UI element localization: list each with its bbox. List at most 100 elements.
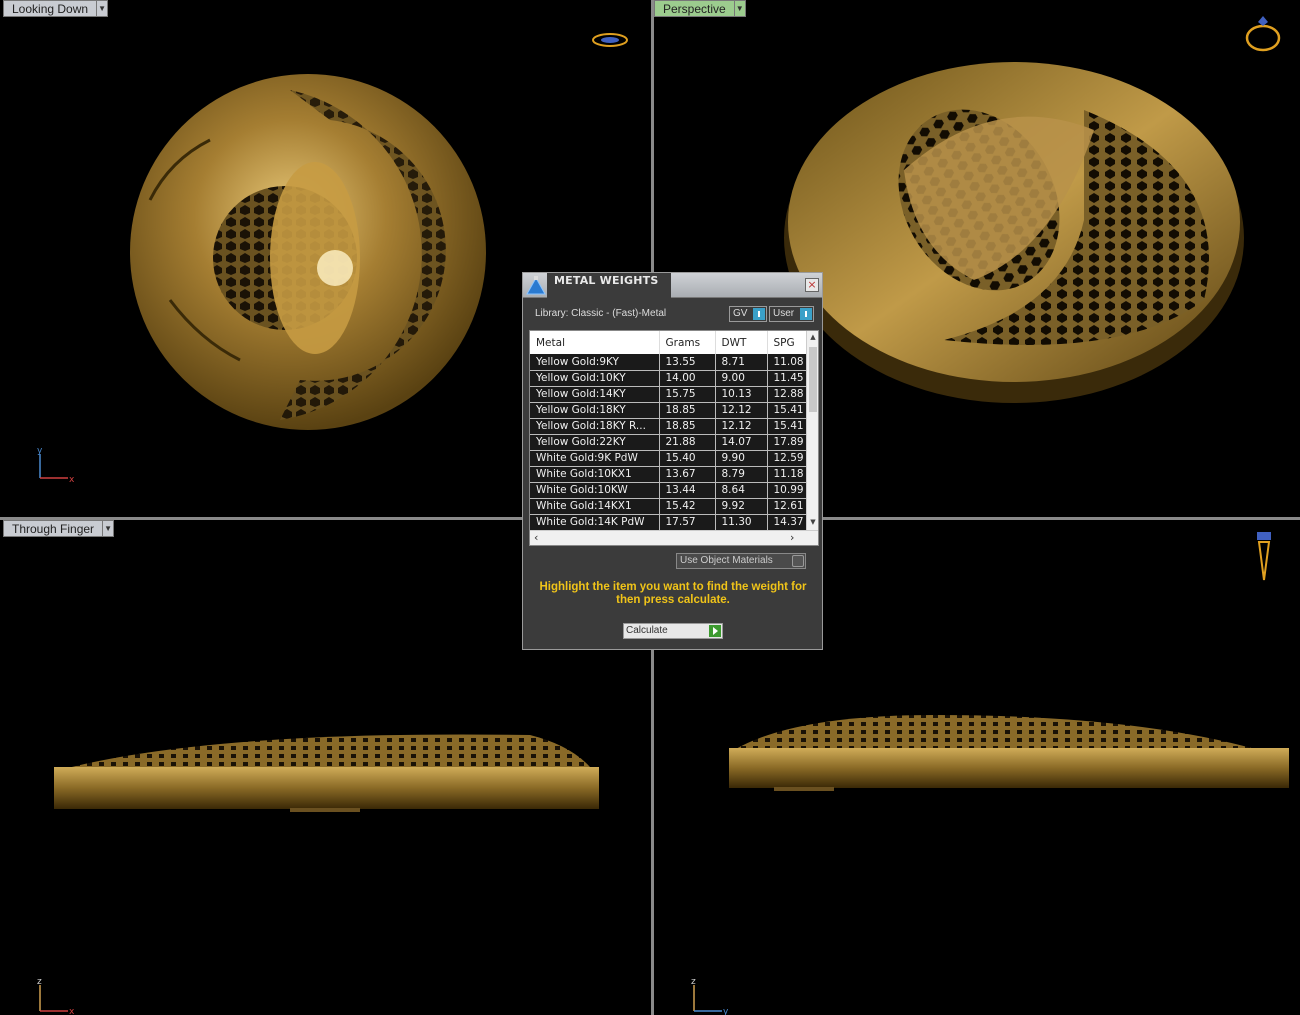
spg-cell: 12.59 [767,450,808,467]
view-dropdown-perspective[interactable]: Perspective ▼ [654,0,746,17]
scroll-right-icon[interactable]: › [790,531,794,545]
info-icon [753,308,765,320]
metal-cell: Yellow Gold:18KY [530,402,660,419]
spg-cell: 11.45 [767,370,808,387]
table-row[interactable]: White Gold:14K PdW 17.57 11.30 14.37 [530,514,808,531]
table-row[interactable]: White Gold:9K PdW 15.40 9.90 12.59 [530,450,808,467]
calculate-button[interactable]: Calculate [623,623,723,639]
grams-cell: 13.44 [659,482,716,499]
axis-indicator: y x [34,444,75,485]
grams-cell: 15.75 [659,386,716,403]
instruction-text: Highlight the item you want to find the … [539,581,807,606]
calculate-label: Calculate [626,625,668,636]
toggle-indicator-icon [792,555,804,567]
dwt-cell: 14.07 [715,434,768,451]
grams-cell: 14.00 [659,370,716,387]
grams-cell: 18.85 [659,402,716,419]
user-label: User [773,308,795,319]
column-header-dwt[interactable]: DWT [715,331,768,354]
table-row[interactable]: Yellow Gold:22KY 21.88 14.07 17.89 [530,434,808,451]
ring-gizmo-icon[interactable] [1252,530,1276,582]
close-icon: × [807,278,817,291]
metal-cell: White Gold:10KX1 [530,466,660,483]
info-icon [800,308,812,320]
scale-icon [526,276,546,295]
close-button[interactable]: × [805,278,819,292]
use-object-materials-label: Use Object Materials [680,555,773,566]
scroll-thumb[interactable] [809,347,817,412]
spg-cell: 14.37 [767,514,808,531]
axis-indicator: z x [34,975,75,1015]
table-row[interactable]: White Gold:10KX1 13.67 8.79 11.18 [530,466,808,483]
svg-text:x: x [69,1007,74,1015]
svg-text:z: z [37,977,42,987]
metal-table[interactable]: Metal Grams DWT SPG Yellow Gold:9KY 13.55… [529,330,819,546]
dialog-titlebar[interactable]: METAL WEIGHTS × [523,273,822,298]
metal-cell: Yellow Gold:9KY [530,354,660,371]
vertical-scrollbar[interactable]: ▲ ▼ [806,331,818,530]
table-row[interactable]: Yellow Gold:18KY R... 18.85 12.12 15.41 [530,418,808,435]
user-toggle[interactable]: User [769,306,814,322]
dwt-cell: 9.92 [715,498,768,515]
axis-indicator: z y [688,975,729,1015]
dwt-cell: 9.90 [715,450,768,467]
scroll-down-icon[interactable]: ▼ [807,518,818,528]
dwt-cell: 12.12 [715,418,768,435]
spg-cell: 10.99 [767,482,808,499]
metal-cell: Yellow Gold:10KY [530,370,660,387]
grams-cell: 13.55 [659,354,716,371]
svg-text:y: y [723,1007,728,1015]
chevron-down-icon[interactable]: ▼ [97,0,109,17]
grams-cell: 18.85 [659,418,716,435]
scroll-left-icon[interactable]: ‹ [534,531,538,545]
scroll-up-icon[interactable]: ▲ [807,333,818,343]
spg-cell: 17.89 [767,434,808,451]
chevron-down-icon[interactable]: ▼ [734,0,746,17]
table-row[interactable]: White Gold:14KX1 15.42 9.92 12.61 [530,498,808,515]
play-icon [709,625,721,637]
dwt-cell: 8.71 [715,354,768,371]
metal-weights-dialog: METAL WEIGHTS × Library: Classic - (Fast… [522,272,823,650]
spg-cell: 11.18 [767,466,808,483]
view-label: Perspective [654,0,735,17]
dwt-cell: 11.30 [715,514,768,531]
metal-cell: White Gold:14KX1 [530,498,660,515]
ring-gizmo-icon[interactable] [590,28,630,52]
dwt-cell: 9.00 [715,370,768,387]
view-dropdown-through-finger[interactable]: Through Finger ▼ [3,520,115,537]
metal-cell: Yellow Gold:18KY R... [530,418,660,435]
library-label: Library: Classic - (Fast)-Metal [535,308,667,319]
metal-cell: Yellow Gold:22KY [530,434,660,451]
column-header-spg[interactable]: SPG [767,331,808,354]
column-header-grams[interactable]: Grams [659,331,716,354]
ring-gizmo-icon[interactable] [1244,14,1282,54]
metal-cell: White Gold:9K PdW [530,450,660,467]
dwt-cell: 12.12 [715,402,768,419]
use-object-materials-toggle[interactable]: Use Object Materials [676,553,806,569]
metal-cell: White Gold:10KW [530,482,660,499]
grams-cell: 15.40 [659,450,716,467]
spg-cell: 15.41 [767,418,808,435]
dwt-cell: 8.79 [715,466,768,483]
spg-cell: 12.88 [767,386,808,403]
gv-label: GV [733,308,748,319]
svg-text:x: x [69,475,74,484]
dwt-cell: 10.13 [715,386,768,403]
chevron-down-icon[interactable]: ▼ [103,520,115,537]
table-row[interactable]: Yellow Gold:10KY 14.00 9.00 11.45 [530,370,808,387]
grams-cell: 13.67 [659,466,716,483]
view-label: Through Finger [3,520,104,537]
horizontal-scrollbar[interactable]: ‹ › [530,530,818,545]
table-header-row: Metal Grams DWT SPG [530,331,808,354]
table-row[interactable]: White Gold:10KW 13.44 8.64 10.99 [530,482,808,499]
svg-text:z: z [691,977,696,987]
metal-cell: White Gold:14K PdW [530,514,660,531]
column-header-metal[interactable]: Metal [530,331,660,354]
grams-cell: 15.42 [659,498,716,515]
table-row[interactable]: Yellow Gold:14KY 15.75 10.13 12.88 [530,386,808,403]
spg-cell: 12.61 [767,498,808,515]
table-row[interactable]: Yellow Gold:18KY 18.85 12.12 15.41 [530,402,808,419]
view-dropdown-looking-down[interactable]: Looking Down ▼ [3,0,109,17]
gv-toggle[interactable]: GV [729,306,767,322]
table-row[interactable]: Yellow Gold:9KY 13.55 8.71 11.08 [530,354,808,371]
